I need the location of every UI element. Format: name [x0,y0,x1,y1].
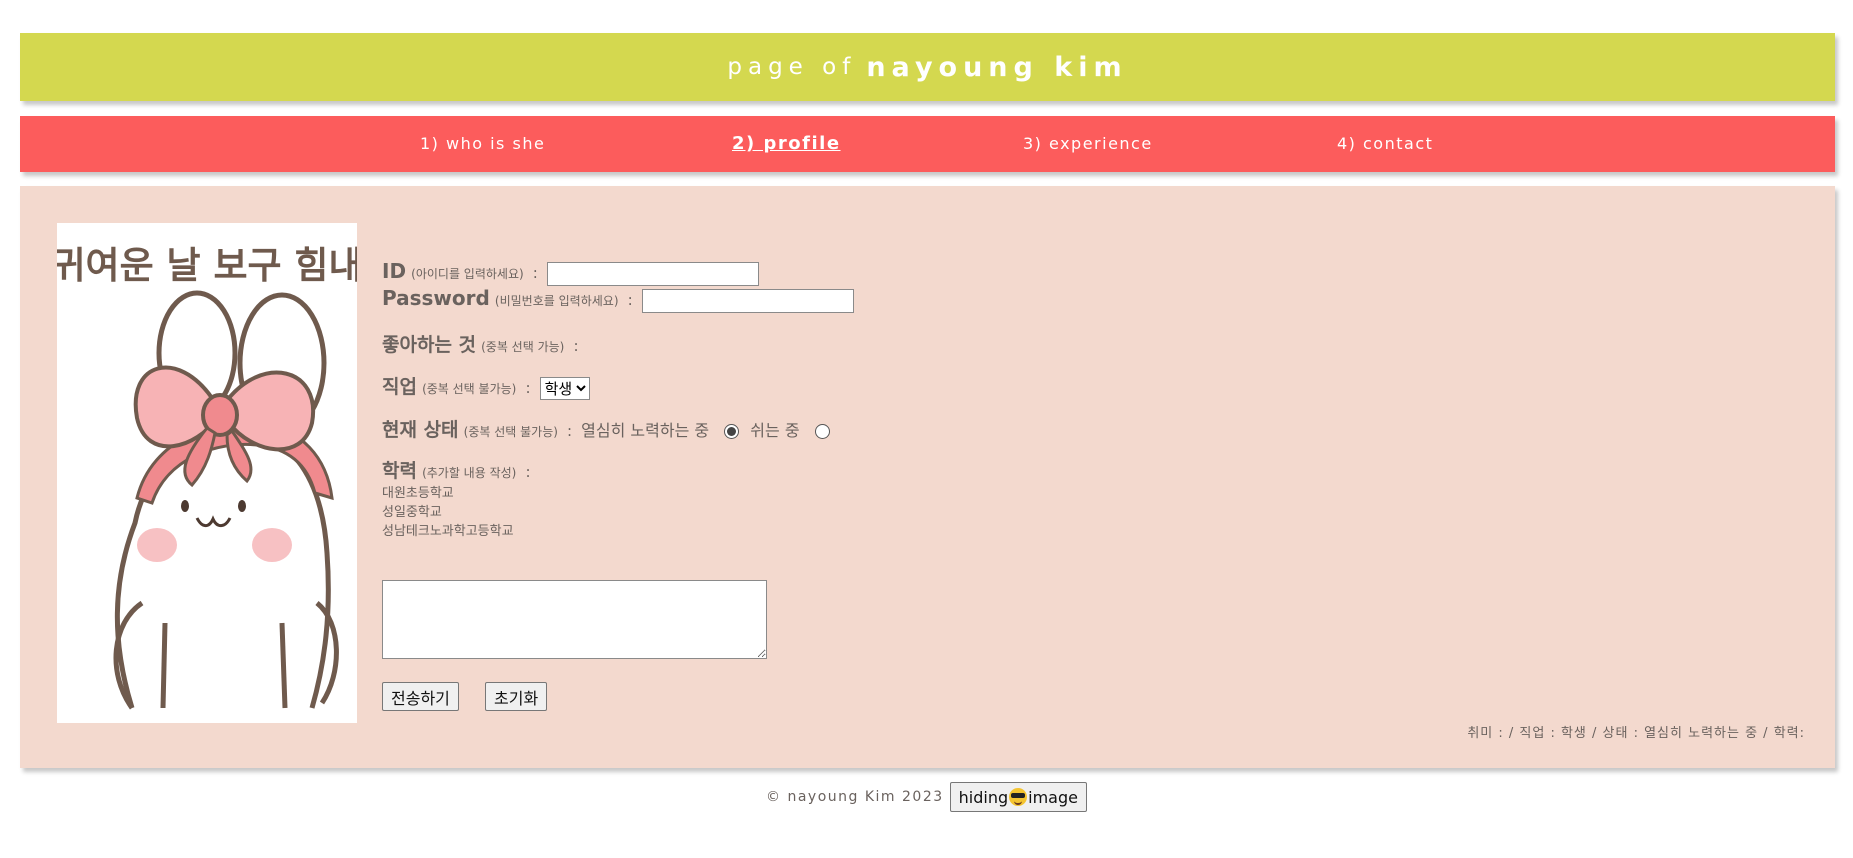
message-textarea[interactable] [382,580,767,659]
site-header: page of nayoung kim [20,33,1835,101]
education-list: 대원초등학교 성일중학교 성남테크노과학고등학교 [382,484,514,541]
id-label: ID [382,259,407,283]
job-select[interactable]: 학생 [539,377,590,400]
submit-button[interactable]: 전송하기 [382,682,459,711]
id-input[interactable] [546,261,759,286]
likes-label: 좋아하는 것 [382,334,477,356]
status-label: 현재 상태 [382,419,459,441]
nav-item-who-is-she[interactable]: 1) who is she [420,116,545,172]
nav-item-profile[interactable]: 2) profile [732,116,841,172]
job-colon: : [525,379,531,397]
profile-panel: 귀여운 날 보구 힘내 ID (아이디를 입력하세요): Password (… [20,186,1835,768]
password-row: Password (비밀번호를 입력하세요) : [382,286,854,313]
school-item: 성남테크노과학고등학교 [382,524,514,539]
password-input[interactable] [641,288,854,313]
id-colon: : [532,264,538,282]
nav-bar: 1) who is she 2) profile 3) experience 4… [20,116,1835,172]
photo-caption: 귀여운 날 보구 힘내 [57,244,357,287]
likes-colon: : [573,337,579,355]
selection-summary: 취미 : / 직업 : 학생 / 상태 : 열심히 노력하는 중 / 학력: [1467,726,1805,741]
status-radio-resting[interactable] [814,424,830,439]
copyright: © nayoung Kim 2023 [766,789,944,805]
status-option-label-resting: 쉬는 중 [750,421,800,440]
footer: © nayoung Kim 2023 hiding image [0,782,1853,812]
status-colon: : [567,422,573,440]
password-label: Password [382,286,490,310]
hide-image-label-left: hiding [958,787,1009,807]
job-row: 직업 (중복 선택 불가능) : 학생 [382,372,590,400]
password-hint: (비밀번호를 입력하세요) [494,294,619,308]
nav-item-contact[interactable]: 4) contact [1337,116,1433,172]
profile-image: 귀여운 날 보구 힘내 [57,223,357,723]
education-row: 학력 (추가할 내용 작성) : [382,456,535,483]
likes-hint: (중복 선택 가능) [481,340,565,354]
status-hint: (중복 선택 불가능) [463,425,558,439]
school-item: 성일중학교 [382,505,442,520]
job-hint: (중복 선택 불가능) [422,382,517,396]
header-prefix: page of [727,54,857,80]
education-label: 학력 [382,460,417,482]
likes-row: 좋아하는 것 (중복 선택 가능) : [382,330,583,357]
education-hint: (추가할 내용 작성) [422,466,517,480]
header-name: nayoung kim [866,51,1128,83]
job-label: 직업 [382,376,417,398]
status-option-label-working: 열심히 노력하는 중 [581,421,710,440]
reset-button[interactable]: 초기화 [485,682,548,711]
id-row: ID (아이디를 입력하세요) : [382,259,759,286]
bunny-illustration: 귀여운 날 보구 힘내 [57,244,357,710]
hide-image-button[interactable]: hiding image [949,782,1087,812]
school-item: 대원초등학교 [382,486,454,501]
status-row: 현재 상태 (중복 선택 불가능) : 열심히 노력하는 중 쉬는 중 [382,415,836,442]
id-hint: (아이디를 입력하세요) [411,267,524,281]
education-colon: : [525,463,531,481]
password-colon: : [627,291,633,309]
hide-image-label-right: image [1028,787,1078,807]
nav-item-experience[interactable]: 3) experience [1023,116,1153,172]
status-radio-working[interactable] [724,424,740,439]
sunglasses-face-icon [1009,787,1028,806]
